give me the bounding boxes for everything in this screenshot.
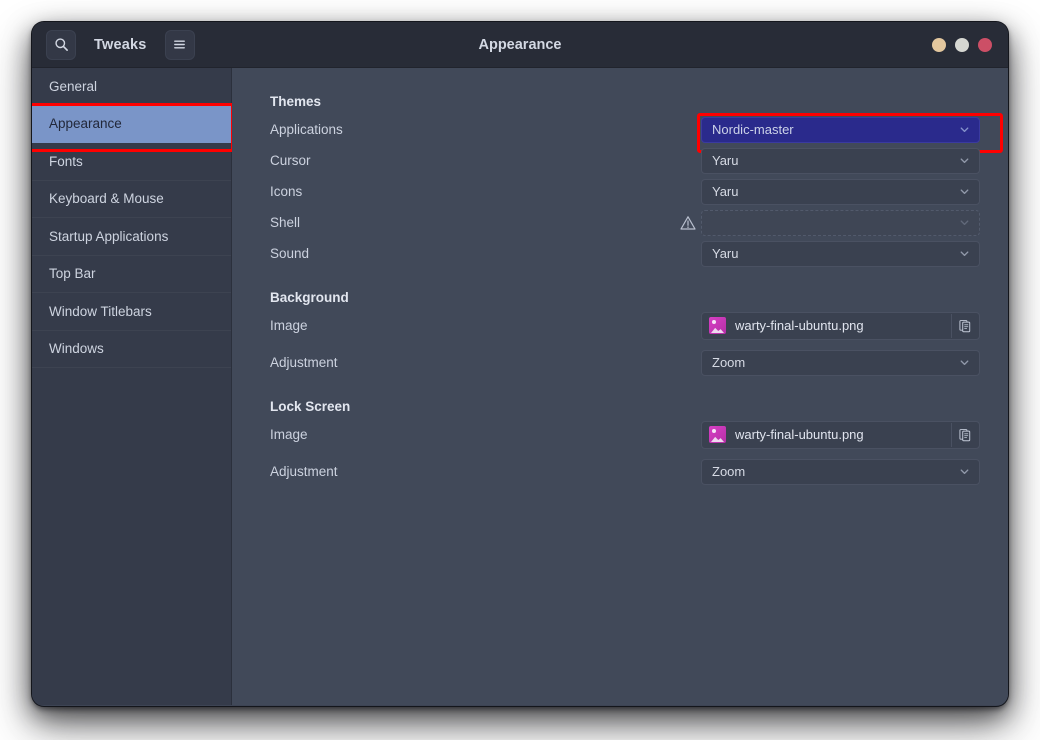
sidebar-item-keyboard-and-mouse[interactable]: Keyboard & Mouse bbox=[32, 181, 231, 218]
themes-row-icons: Icons Yaru bbox=[270, 176, 980, 207]
sidebar-item-label: General bbox=[49, 78, 98, 94]
minimize-button[interactable] bbox=[932, 38, 946, 52]
sidebar-item-label: Keyboard & Mouse bbox=[49, 191, 164, 207]
tweaks-window: Tweaks Appearance General Appearance Fon… bbox=[32, 22, 1008, 706]
sidebar-item-label: Window Titlebars bbox=[49, 303, 152, 319]
combo-value: Zoom bbox=[712, 464, 746, 479]
sidebar-item-label: Fonts bbox=[49, 153, 83, 169]
row-label: Adjustment bbox=[270, 355, 338, 370]
image-thumbnail-icon bbox=[709, 426, 726, 443]
app-name-label: Tweaks bbox=[94, 36, 147, 53]
hamburger-menu-icon bbox=[174, 40, 185, 49]
window-titlebar: Tweaks Appearance bbox=[32, 22, 1008, 68]
sidebar-item-fonts[interactable]: Fonts bbox=[32, 143, 231, 181]
image-thumbnail-icon bbox=[709, 317, 726, 334]
sound-theme-combo[interactable]: Yaru bbox=[701, 240, 980, 267]
combo-value: Yaru bbox=[712, 184, 739, 199]
row-label: Applications bbox=[270, 122, 343, 137]
row-label: Image bbox=[270, 318, 308, 333]
search-button[interactable] bbox=[46, 29, 76, 60]
settings-content: Themes Applications Nordic-master Cursor bbox=[232, 68, 1008, 705]
sidebar-item-label: Appearance bbox=[49, 116, 122, 132]
combo-value: Zoom bbox=[712, 355, 746, 370]
lock-screen-adjustment-combo[interactable]: Zoom bbox=[701, 458, 980, 485]
copy-document-icon bbox=[958, 319, 970, 332]
chevron-down-icon bbox=[960, 360, 969, 366]
warning-triangle-icon bbox=[680, 215, 696, 230]
applications-theme-combo[interactable]: Nordic-master bbox=[697, 112, 1003, 153]
window-controls bbox=[932, 22, 992, 68]
background-adjustment-combo[interactable]: Zoom bbox=[701, 349, 980, 376]
search-icon bbox=[54, 38, 68, 51]
chevron-down-icon bbox=[960, 189, 969, 195]
themes-section-heading: Themes bbox=[270, 94, 322, 109]
sidebar-item-top-bar[interactable]: Top Bar bbox=[32, 256, 231, 293]
shell-theme-combo bbox=[701, 209, 980, 236]
row-label: Sound bbox=[270, 246, 310, 261]
themes-row-applications: Applications Nordic-master bbox=[270, 112, 1003, 153]
chevron-down-icon bbox=[960, 220, 969, 226]
icons-theme-combo[interactable]: Yaru bbox=[701, 178, 980, 205]
sidebar-item-startup-applications[interactable]: Startup Applications bbox=[32, 218, 231, 256]
row-label: Cursor bbox=[270, 153, 311, 168]
background-section-heading: Background bbox=[270, 290, 349, 305]
chevron-down-icon bbox=[960, 158, 969, 164]
background-image-copy-button[interactable] bbox=[951, 313, 977, 338]
background-row-image: Image warty-final-ubuntu.png bbox=[270, 310, 980, 341]
sidebar-item-windows[interactable]: Windows bbox=[32, 331, 231, 368]
row-label: Adjustment bbox=[270, 464, 338, 479]
window-body: General Appearance Fonts Keyboard & Mous… bbox=[32, 68, 1008, 705]
chevron-down-icon bbox=[960, 251, 969, 257]
file-name-label: warty-final-ubuntu.png bbox=[735, 427, 864, 442]
close-button[interactable] bbox=[978, 38, 992, 52]
sidebar-item-label: Top Bar bbox=[49, 266, 96, 282]
background-image-file-button[interactable]: warty-final-ubuntu.png bbox=[701, 311, 980, 340]
row-label: Shell bbox=[270, 215, 301, 230]
cursor-theme-combo[interactable]: Yaru bbox=[701, 147, 980, 174]
combo-value: Yaru bbox=[712, 153, 739, 168]
lock-screen-row-adjustment: Adjustment Zoom bbox=[270, 456, 980, 487]
themes-row-cursor: Cursor Yaru bbox=[270, 145, 980, 176]
row-label: Icons bbox=[270, 184, 303, 199]
sidebar-item-general[interactable]: General bbox=[32, 68, 231, 106]
combo-value: Nordic-master bbox=[712, 122, 794, 137]
lock-screen-image-copy-button[interactable] bbox=[951, 422, 977, 447]
row-label: Image bbox=[270, 427, 308, 442]
file-name-label: warty-final-ubuntu.png bbox=[735, 318, 864, 333]
maximize-button[interactable] bbox=[955, 38, 969, 52]
sidebar: General Appearance Fonts Keyboard & Mous… bbox=[32, 68, 234, 705]
sidebar-item-appearance[interactable]: Appearance bbox=[32, 102, 234, 151]
themes-row-sound: Sound Yaru bbox=[270, 238, 980, 269]
themes-row-shell: Shell bbox=[270, 207, 980, 238]
chevron-down-icon bbox=[960, 127, 969, 133]
sidebar-item-label: Windows bbox=[49, 341, 104, 357]
background-row-adjustment: Adjustment Zoom bbox=[270, 347, 980, 378]
sidebar-item-window-titlebars[interactable]: Window Titlebars bbox=[32, 293, 231, 331]
screen-root: Tweaks Appearance General Appearance Fon… bbox=[0, 0, 1040, 740]
sidebar-item-label: Startup Applications bbox=[49, 228, 169, 244]
lock-screen-section-heading: Lock Screen bbox=[270, 399, 351, 414]
chevron-down-icon bbox=[960, 469, 969, 475]
menu-button[interactable] bbox=[164, 29, 195, 60]
lock-screen-row-image: Image warty-final-ubuntu.png bbox=[270, 419, 980, 450]
combo-value: Yaru bbox=[712, 246, 739, 261]
lock-screen-image-file-button[interactable]: warty-final-ubuntu.png bbox=[701, 420, 980, 449]
copy-document-icon bbox=[958, 428, 970, 441]
warning-slot bbox=[675, 215, 701, 231]
